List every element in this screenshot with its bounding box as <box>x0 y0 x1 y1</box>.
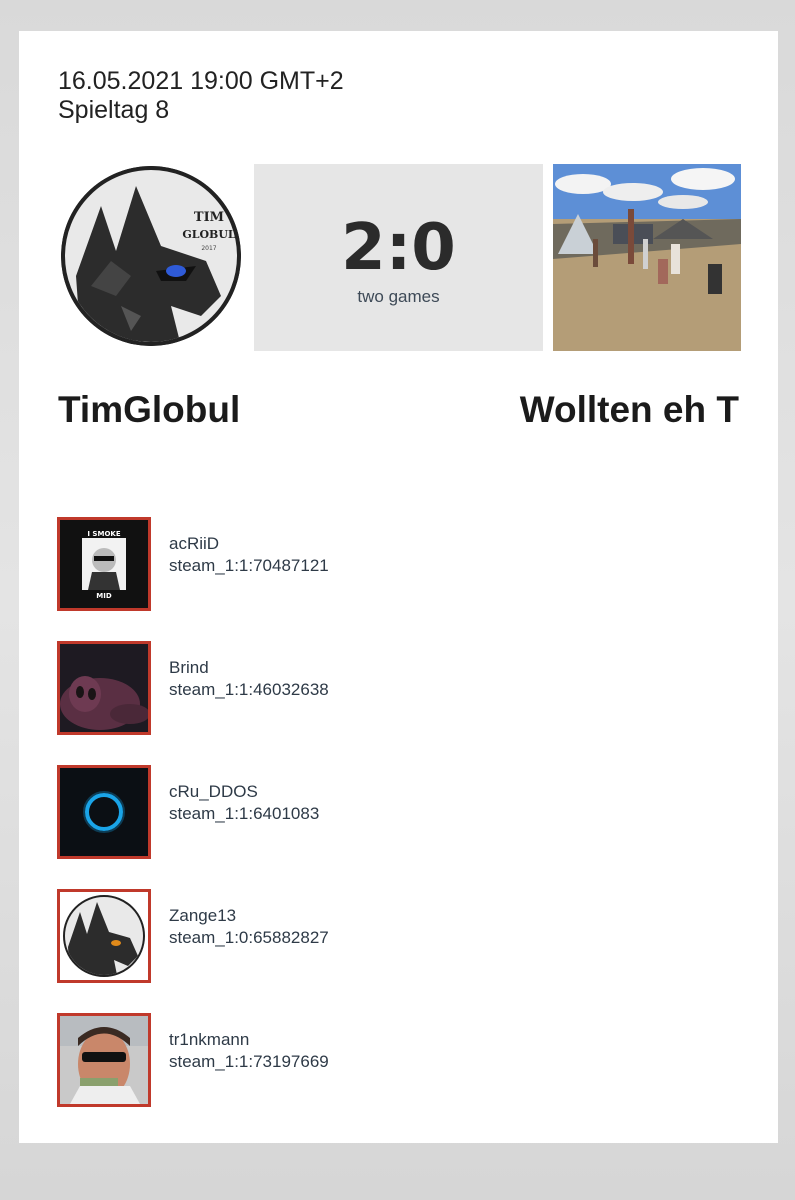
match-meta: 16.05.2021 19:00 GMT+2 Spieltag 8 <box>58 67 344 125</box>
player-avatar <box>57 765 151 859</box>
wolf-logo-icon: TIM GLOBUL 2017 <box>61 166 241 346</box>
score-note: two games <box>357 286 440 306</box>
player-avatar <box>57 1013 151 1107</box>
match-datetime: 16.05.2021 19:00 GMT+2 <box>58 67 344 95</box>
player-name: tr1nkmann <box>169 1030 250 1049</box>
logo-year: 2017 <box>201 245 216 252</box>
player-steam-id: steam_1:1:46032638 <box>169 680 329 699</box>
player-name: Zange13 <box>169 906 237 925</box>
logo-text-globul: GLOBUL <box>182 228 236 241</box>
sunglasses-man-icon <box>60 1016 148 1104</box>
match-card: 16.05.2021 19:00 GMT+2 Spieltag 8 TIM GL… <box>19 31 778 1143</box>
player-steam-id: steam_1:1:6401083 <box>169 804 320 823</box>
player-steam-id: steam_1:0:65882827 <box>169 928 329 947</box>
camping-photo-icon <box>553 164 741 351</box>
player-avatar <box>57 889 151 983</box>
home-team-logo[interactable]: TIM GLOBUL 2017 <box>61 166 241 346</box>
wolf-logo-icon <box>60 892 148 980</box>
player-avatar: I SMOKE MID <box>57 517 151 611</box>
logo-text-tim: TIM <box>194 210 224 225</box>
home-team-name[interactable]: TimGlobul <box>58 389 240 431</box>
avatar-text-bottom: MID <box>96 592 112 600</box>
blue-ring-icon <box>60 768 148 856</box>
away-team-logo[interactable] <box>553 164 741 351</box>
player-name: cRu_DDOS <box>169 782 258 801</box>
away-team-name[interactable]: Wollten eh T <box>520 389 739 431</box>
matchday: Spieltag 8 <box>58 96 170 124</box>
match-score: 2:0 <box>341 210 456 285</box>
player-avatar <box>57 641 151 735</box>
score-box: 2:0 two games <box>254 164 543 351</box>
pink-creature-icon <box>60 644 148 732</box>
i-smoke-mid-icon: I SMOKE MID <box>60 520 148 608</box>
player-name: acRiiD <box>169 534 220 553</box>
avatar-text-top: I SMOKE <box>87 530 120 538</box>
player-steam-id: steam_1:1:70487121 <box>169 556 329 575</box>
player-steam-id: steam_1:1:73197669 <box>169 1052 329 1071</box>
player-name: Brind <box>169 658 209 677</box>
